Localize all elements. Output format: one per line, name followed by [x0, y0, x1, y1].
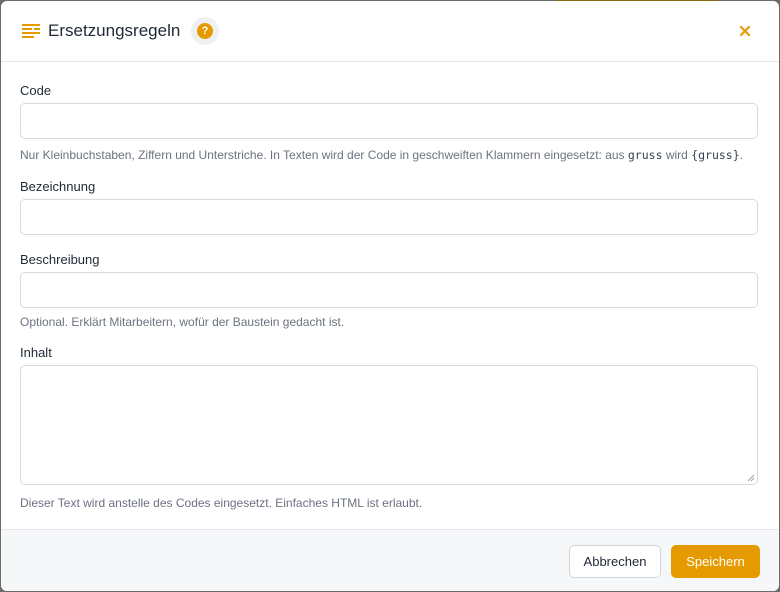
bezeichnung-label: Bezeichnung: [20, 179, 96, 194]
cancel-button[interactable]: Abbrechen: [569, 545, 661, 578]
code-hint: Nur Kleinbuchstaben, Ziffern und Unterst…: [20, 147, 743, 163]
beschreibung-input[interactable]: [20, 272, 758, 308]
bezeichnung-input[interactable]: [20, 199, 758, 235]
help-icon: ?: [197, 23, 213, 39]
inhalt-textarea[interactable]: [20, 365, 758, 485]
code-hint-text: Nur Kleinbuchstaben, Ziffern und Unterst…: [20, 148, 628, 162]
inhalt-hint: Dieser Text wird anstelle des Codes eing…: [20, 496, 423, 510]
dialog-body: Code Nur Kleinbuchstaben, Ziffern und Un…: [1, 62, 779, 529]
code-hint-mid: wird: [662, 148, 692, 162]
code-hint-suffix: .: [739, 148, 743, 162]
replacement-rules-dialog: Ersetzungsregeln ? Code Nur Kleinbuchsta…: [1, 1, 779, 591]
inhalt-label: Inhalt: [20, 345, 52, 360]
text-lines-icon: [22, 24, 40, 38]
code-label: Code: [20, 83, 52, 98]
close-button[interactable]: [735, 21, 755, 41]
beschreibung-hint: Optional. Erklärt Mitarbeitern, wofür de…: [20, 315, 345, 329]
save-button[interactable]: Speichern: [671, 545, 760, 578]
code-hint-braced-example: {gruss}: [691, 148, 740, 162]
close-icon: [739, 25, 751, 37]
code-hint-example: gruss: [627, 148, 663, 162]
help-button[interactable]: ?: [191, 17, 219, 45]
dialog-footer: Abbrechen Speichern: [1, 529, 779, 591]
resize-grip-icon[interactable]: [747, 474, 755, 482]
dialog-title: Ersetzungsregeln: [48, 21, 181, 40]
beschreibung-label: Beschreibung: [20, 252, 100, 267]
dialog-header: Ersetzungsregeln ?: [1, 1, 779, 62]
code-input[interactable]: [20, 103, 758, 139]
